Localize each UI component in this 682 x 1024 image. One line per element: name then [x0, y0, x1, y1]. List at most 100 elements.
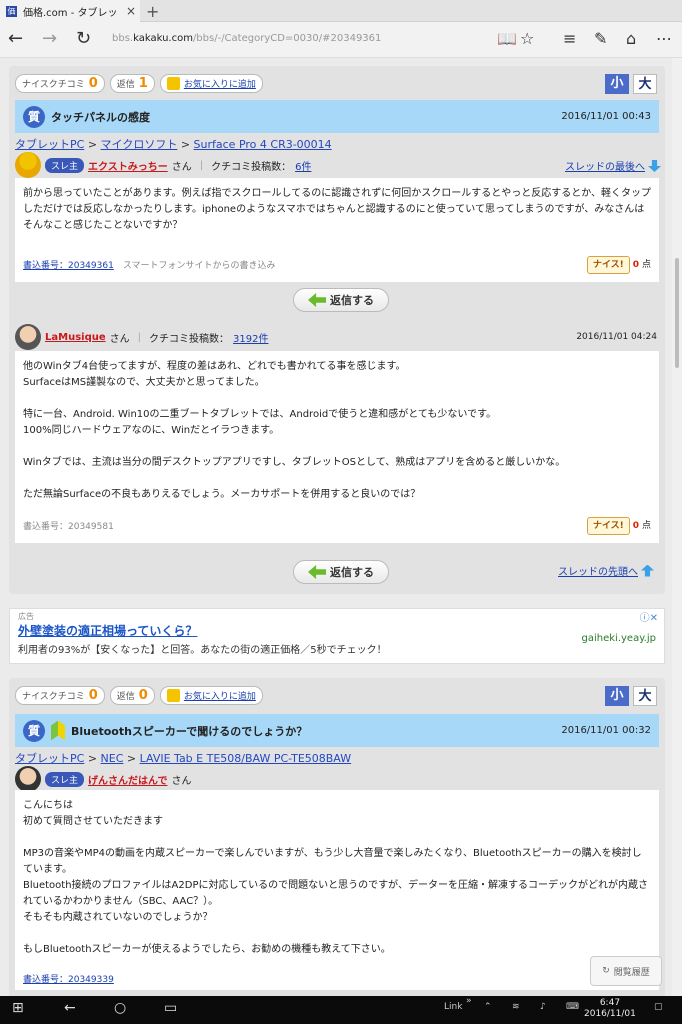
breadcrumb-product[interactable]: LAVIE Tab E TE508/BAW PC-TE508BAW [140, 752, 351, 765]
clock[interactable]: 6:47 2016/11/01 [584, 998, 636, 1020]
add-favorite-button[interactable]: お気に入りに追加 [159, 686, 263, 705]
more-icon[interactable]: ⋯ [656, 29, 672, 48]
wifi-icon[interactable]: ≋ [512, 1002, 520, 1012]
avatar [15, 152, 41, 178]
breadcrumb-category[interactable]: タブレットPC [15, 752, 84, 765]
post-body: こんにちは 初めて質問させていただきます MP3の音楽やMP4の動画を内蔵スピーカ… [15, 790, 659, 990]
post-number-link[interactable]: 書込番号：20349361 [23, 261, 114, 271]
browse-history-button[interactable]: ↻ 閲覧履歴 [590, 956, 662, 986]
font-large-button[interactable]: 大 [633, 74, 657, 94]
new-tab-button[interactable]: + [146, 2, 159, 21]
web-note-icon[interactable]: ✎ [594, 29, 607, 48]
toolbar-chevron[interactable]: » [466, 996, 472, 1006]
breadcrumb: タブレットPC > マイクロソフト > Surface Pro 4 CR3-00… [15, 138, 332, 151]
post-via: スマートフォンサイトからの書き込み [122, 261, 276, 271]
share-icon[interactable]: ⌂ [626, 29, 636, 48]
kuchikomi-count-link[interactable]: 3192件 [233, 330, 268, 345]
browser-tab[interactable]: 価 価格.com - タブレットPCの × [0, 0, 140, 22]
author-row: スレ主 げんさんだはんで さん [15, 766, 192, 792]
nice-count-pill: ナイスクチコミ 0 [15, 74, 105, 93]
post-date: 2016/11/01 00:32 [561, 725, 651, 736]
back-icon[interactable]: ← [64, 1000, 76, 1016]
refresh-icon[interactable]: ↻ [76, 28, 91, 49]
close-tab-icon[interactable]: × [126, 4, 140, 18]
author-row: スレ主 エクストみっちー さん | クチコミ投稿数： 6件 [15, 152, 311, 178]
thread-actions: ナイスクチコミ 0 返信 1 お気に入りに追加 [15, 74, 263, 93]
reply-post-number: 書込番号：20349581 [23, 522, 114, 532]
ad-banner[interactable]: 広告 外壁塗装の適正相場っていくら？ 利用者の93%が【安くなった】と回答。あな… [9, 608, 665, 664]
reply-body: 他のWinタブ4台使ってますが、程度の差はあれ、どれでも書かれてる事を感じます。… [15, 351, 659, 543]
reply-arrow-icon [308, 565, 326, 579]
to-thread-last-link[interactable]: スレッドの最後へ [565, 158, 661, 173]
thread-title: タッチパネルの感度 [51, 110, 150, 124]
task-view-icon[interactable]: ▭ [164, 1000, 177, 1016]
post-number-link[interactable]: 書込番号：20349339 [23, 975, 114, 985]
reply-button[interactable]: 返信する [293, 288, 389, 312]
text-line [23, 471, 651, 487]
question-header: 質 タッチパネルの感度 2016/11/01 00:43 [15, 100, 659, 133]
text-line: 特に一台、Android. Win10の二重ブートタブレットでは、Android… [23, 409, 497, 420]
breadcrumb-maker[interactable]: マイクロソフト [101, 138, 178, 151]
reply-button[interactable]: 返信する [293, 560, 389, 584]
reply-date: 2016/11/01 04:24 [576, 332, 657, 342]
favorite-folder-icon [166, 77, 180, 90]
question-header: 質 Bluetoothスピーカーで聞けるのでしょうか？ 2016/11/01 0… [15, 714, 659, 747]
link-toolbar[interactable]: Link [444, 1002, 462, 1012]
cortana-icon[interactable]: ○ [114, 1000, 126, 1016]
favorite-folder-icon [166, 689, 180, 702]
ad-title[interactable]: 外壁塗装の適正相場っていくら？ [18, 622, 656, 639]
nice-button[interactable]: ナイス! [586, 517, 630, 535]
author-name[interactable]: エクストみっちー [88, 158, 168, 173]
reply-author-name[interactable]: LaMusique [45, 332, 106, 343]
reply-arrow-icon [308, 293, 326, 307]
font-large-button[interactable]: 大 [633, 686, 657, 706]
font-small-button[interactable]: 小 [605, 686, 629, 706]
text-line: もしBluetoothスピーカーが使えるようでしたら、お勧めの機種も教えて下さい… [23, 944, 391, 955]
text-line: 他のWinタブ4台使ってますが、程度の差はあれ、どれでも書かれてる事を感じます。 [23, 361, 406, 372]
text-line [23, 391, 651, 407]
author-name[interactable]: げんさんだはんで [88, 772, 168, 787]
text-line: ただ無論Surfaceの不良もありえるでしょう。メーカサポートを併用すると良いの… [23, 489, 421, 500]
url-field[interactable]: bbs.kakaku.com/bbs/-/CategoryCD=0030/#20… [112, 33, 381, 44]
hub-icon[interactable]: ≡ [563, 29, 576, 48]
breadcrumb-category[interactable]: タブレットPC [15, 138, 84, 151]
forward-arrow-icon[interactable]: → [42, 28, 57, 49]
reading-view-icon[interactable]: 📖 [497, 29, 517, 48]
avatar [15, 324, 41, 350]
ad-description: 利用者の93%が【安くなった】と回答。あなたの街の適正価格／5秒でチェック！ [18, 645, 387, 656]
action-center-icon[interactable]: ▢ [654, 1002, 663, 1012]
text-line: Bluetooth接続のプロファイルはA2DPに対応しているので問題ないと思うの… [23, 880, 648, 907]
post-body: 前から思っていたことがあります。例えば指でスクロールしてるのに認識されずに何回か… [15, 178, 659, 282]
beginner-mark-icon [51, 720, 65, 741]
taskbar: ⊞ ← ○ ▭ Link » ⌃ ≋ ♪ ⌨ 6:47 2016/11/01 ▢ [0, 996, 682, 1024]
thread-starter-badge: スレ主 [45, 157, 85, 173]
add-favorite-button[interactable]: お気に入りに追加 [159, 74, 263, 93]
text-line [23, 439, 651, 455]
nice-count-pill: ナイスクチコミ 0 [15, 686, 105, 705]
post-date: 2016/11/01 00:43 [561, 111, 651, 122]
back-arrow-icon[interactable]: ← [8, 28, 23, 49]
keyboard-icon[interactable]: ⌨ [566, 1002, 579, 1012]
thread-starter-badge: スレ主 [45, 771, 85, 787]
windows-start-icon[interactable]: ⊞ [12, 1000, 24, 1016]
show-hidden-icons[interactable]: ⌃ [484, 1002, 492, 1012]
text-line: 100%同じハードウェアなのに、Winだとイラつきます。 [23, 425, 280, 436]
thread-actions: ナイスクチコミ 0 返信 0 お気に入りに追加 [15, 686, 263, 705]
to-thread-first-link[interactable]: スレッドの先頭へ [558, 563, 654, 578]
ad-info-icon[interactable]: ⓘ✕ [640, 609, 658, 624]
favicon-icon: 価 [6, 5, 17, 17]
breadcrumb-maker[interactable]: NEC [101, 752, 124, 765]
text-line [23, 926, 651, 942]
volume-icon[interactable]: ♪ [540, 1002, 546, 1012]
scrollbar[interactable] [672, 58, 682, 996]
kuchikomi-count-link[interactable]: 6件 [295, 158, 311, 173]
ad-url[interactable]: gaiheki.yeay.jp [582, 633, 657, 644]
tab-title: 価格.com - タブレットPCの [23, 7, 120, 19]
scrollbar-thumb[interactable] [675, 258, 679, 368]
font-small-button[interactable]: 小 [605, 74, 629, 94]
favorite-star-icon[interactable]: ☆ [520, 29, 534, 48]
nice-box: ナイス! 0 点 [586, 517, 651, 535]
nice-button[interactable]: ナイス! [586, 256, 630, 274]
question-icon: 質 [23, 719, 45, 742]
breadcrumb-product[interactable]: Surface Pro 4 CR3-00014 [194, 138, 332, 151]
